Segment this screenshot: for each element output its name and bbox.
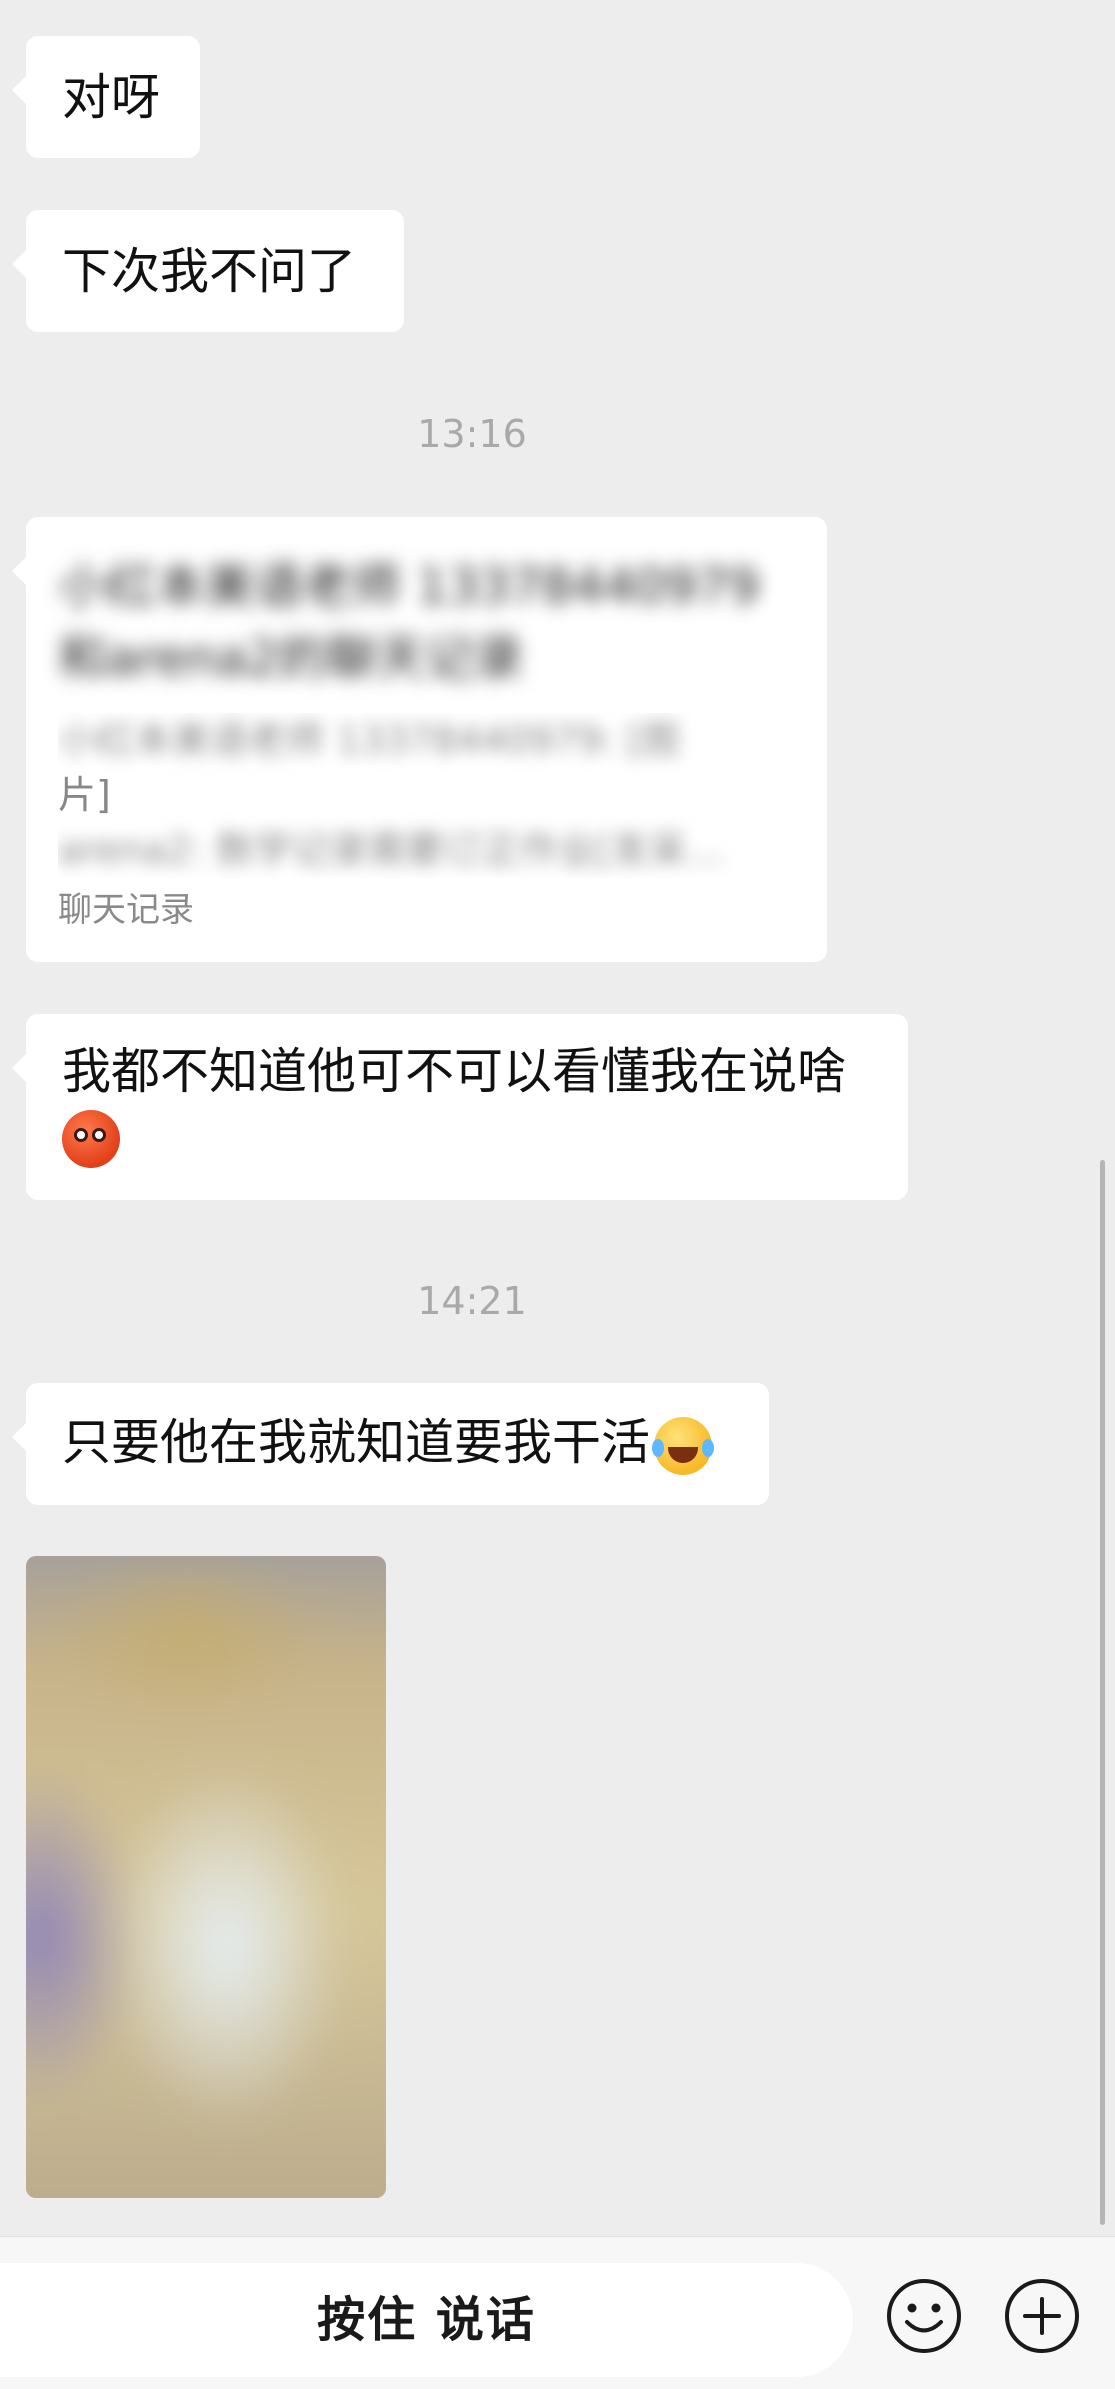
chat-record-label: 聊天记录 (58, 890, 194, 930)
message-bubble[interactable]: 只要他在我就知道要我干活 (12, 1383, 769, 1505)
message-bubble[interactable]: 下次我不问了 (12, 210, 404, 332)
hold-to-talk-button[interactable]: 按住 说话 (0, 2263, 853, 2377)
message-text: 只要他在我就知道要我干活 (62, 1414, 651, 1471)
preview-line: 小红本美语老师 13378440979: [图 (58, 718, 680, 762)
chat-record-card[interactable]: 小红本美语老师 13378440979 和arena2的聊天记录 小红本美语老师… (12, 517, 827, 962)
message-bubble[interactable]: 我都不知道他可不可以看懂我在说啥 (12, 1014, 908, 1200)
photo-message[interactable] (26, 1556, 386, 2198)
timestamp: 13:16 (417, 412, 527, 456)
tears-of-joy-emoji (652, 1416, 715, 1475)
blurred-photo (26, 1556, 386, 2198)
timestamp: 14:21 (417, 1279, 527, 1323)
anxious-face-emoji (62, 1109, 120, 1168)
message-text: 下次我不问了 (62, 243, 357, 300)
message-bubble[interactable]: 对呀 (12, 36, 200, 158)
message-text: 我都不知道他可不可以看懂我在说啥 (62, 1043, 847, 1100)
input-bar: 按住 说话 (0, 2236, 1115, 2389)
chat-record-title: 小红本美语老师 13378440979 和arena2的聊天记录 (58, 558, 760, 687)
scrollbar[interactable] (1100, 1160, 1105, 2225)
chat-area[interactable]: 对呀 下次我不问了 13:16 小红本美语老师 13378440979 和are… (0, 0, 1115, 2236)
smile-icon[interactable] (885, 2277, 963, 2355)
plus-icon[interactable] (1003, 2277, 1081, 2355)
preview-line: 片] (58, 773, 111, 817)
message-text: 对呀 (62, 69, 161, 126)
preview-line: arena2: 数学记录需要订正作业[发呆… (58, 828, 725, 872)
chat-record-preview: 小红本美语老师 13378440979: [图 片] arena2: 数学记录需… (58, 713, 797, 878)
